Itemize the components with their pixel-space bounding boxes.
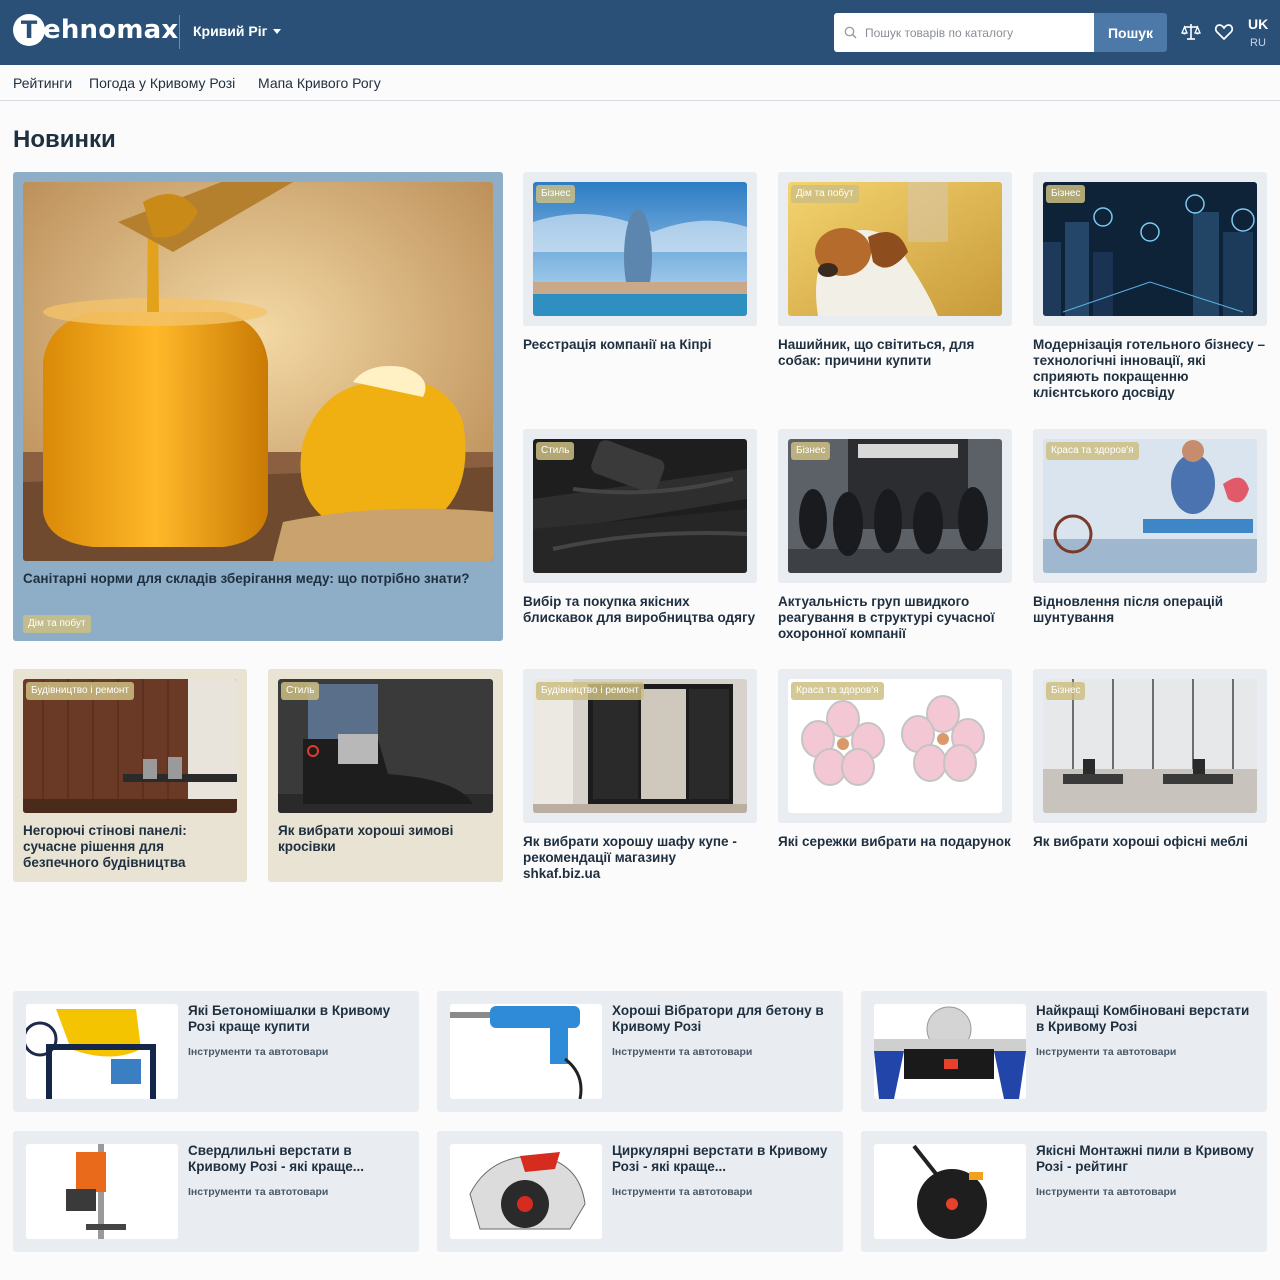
article-card[interactable]: Стиль Як вибрати хороші зимові кросівки: [268, 669, 503, 882]
product-card[interactable]: Які Бетономішалки в Кривому Розі краще к…: [13, 991, 419, 1112]
product-card[interactable]: Свердлильні верстати в Кривому Розі - як…: [13, 1131, 419, 1252]
product-image: [874, 1004, 1026, 1099]
nav-ratings[interactable]: Рейтинги: [13, 75, 72, 91]
article-card[interactable]: Бізнес Модернізація готельного бізнесу –…: [1033, 172, 1267, 400]
article-card[interactable]: Краса та здоров'я Які сережки вибрати на…: [778, 669, 1012, 849]
logo[interactable]: T ehnomax: [13, 14, 178, 46]
product-title: Які Бетономішалки в Кривому Розі краще к…: [188, 1003, 391, 1034]
category-tag: Бізнес: [536, 185, 576, 203]
featured-article-card[interactable]: Санітарні норми для складів зберігання м…: [13, 172, 503, 641]
product-title: Найкращі Комбіновані верстати в Кривому …: [1036, 1003, 1250, 1034]
product-category: Інструменти та автотовари: [1036, 1046, 1177, 1058]
product-title: Циркулярні верстати в Кривому Розі - які…: [612, 1143, 828, 1174]
article-card[interactable]: Стиль Вибір та покупка якісних блискавок…: [523, 429, 757, 625]
product-image: [26, 1004, 178, 1099]
category-tag: Стиль: [536, 442, 575, 460]
nav-weather[interactable]: Погода у Кривому Розі: [89, 75, 235, 91]
article-title: Як вибрати хорошу шафу купе - рекомендац…: [523, 834, 737, 881]
chevron-down-icon: [273, 28, 282, 34]
city-selector[interactable]: Кривий Ріг: [193, 23, 282, 39]
category-tag: Краса та здоров'я: [1046, 442, 1139, 460]
product-title: Свердлильні верстати в Кривому Розі - як…: [188, 1143, 365, 1174]
article-card[interactable]: Бізнес Реєстрація компанії на Кіпрі: [523, 172, 757, 352]
top-header: T ehnomax Кривий Ріг Пошук UK RU: [0, 0, 1280, 65]
product-image: [26, 1144, 178, 1239]
article-title: Негорючі стінові панелі: сучасне рішення…: [23, 823, 187, 870]
product-category: Інструменти та автотовари: [188, 1046, 329, 1058]
article-title: Актуальність груп швидкого реагування в …: [778, 594, 995, 641]
article-title: Які сережки вибрати на подарунок: [778, 834, 1011, 849]
article-card[interactable]: Бізнес Як вибрати хороші офісні меблі: [1033, 669, 1267, 849]
heart-icon[interactable]: [1214, 22, 1234, 42]
category-tag: Краса та здоров'я: [791, 682, 884, 700]
product-card[interactable]: Найкращі Комбіновані верстати в Кривому …: [861, 991, 1267, 1112]
product-category: Інструменти та автотовари: [1036, 1186, 1177, 1198]
product-title: Хороші Вібратори для бетону в Кривому Ро…: [612, 1003, 824, 1034]
product-image: [450, 1004, 602, 1099]
category-tag: Будівництво і ремонт: [536, 682, 644, 700]
search-button[interactable]: Пошук: [1094, 13, 1167, 52]
article-card[interactable]: Будівництво і ремонт Як вибрати хорошу ш…: [523, 669, 757, 881]
product-card[interactable]: Якісні Монтажні пили в Кривому Розі - ре…: [861, 1131, 1267, 1252]
scales-icon[interactable]: [1181, 22, 1201, 42]
article-title: Нашийник, що світиться, для собак: причи…: [778, 337, 975, 368]
product-image: [874, 1144, 1026, 1239]
product-category: Інструменти та автотовари: [188, 1186, 329, 1198]
article-card[interactable]: Краса та здоров'я Відновлення після опер…: [1033, 429, 1267, 625]
article-title: Як вибрати хороші офісні меблі: [1033, 834, 1248, 849]
category-tag: Бізнес: [1046, 682, 1086, 700]
product-title: Якісні Монтажні пили в Кривому Розі - ре…: [1036, 1143, 1254, 1174]
logo-text: ehnomax: [43, 15, 179, 45]
article-title: Санітарні норми для складів зберігання м…: [23, 571, 470, 586]
article-card[interactable]: Бізнес Актуальність груп швидкого реагув…: [778, 429, 1012, 641]
header-divider: [179, 15, 180, 49]
article-title: Вибір та покупка якісних блискавок для в…: [523, 594, 756, 625]
category-tag: Дім та побут: [791, 185, 859, 203]
article-title: Відновлення після операцій шунтування: [1033, 594, 1224, 625]
search-icon: [844, 26, 857, 39]
category-tag: Дім та побут: [23, 615, 91, 633]
category-tag: Бізнес: [791, 442, 831, 460]
product-category: Інструменти та автотовари: [612, 1186, 753, 1198]
category-tag: Бізнес: [1046, 185, 1086, 203]
product-card[interactable]: Циркулярні верстати в Кривому Розі - які…: [437, 1131, 843, 1252]
logo-mark: T: [13, 14, 45, 46]
lang-uk[interactable]: UK: [1248, 16, 1268, 32]
article-card[interactable]: Дім та побут Нашийник, що світиться, для…: [778, 172, 1012, 368]
nav-map[interactable]: Мапа Кривого Рогу: [258, 75, 381, 91]
article-title: Реєстрація компанії на Кіпрі: [523, 337, 712, 352]
article-image: [23, 182, 493, 561]
article-card[interactable]: Будівництво і ремонт Негорючі стінові па…: [13, 669, 247, 882]
section-title: Новинки: [13, 126, 116, 153]
sub-navigation: Рейтинги Погода у Кривому Розі Мапа Крив…: [0, 65, 1280, 101]
article-title: Модернізація готельного бізнесу – технол…: [1033, 337, 1266, 400]
product-card[interactable]: Хороші Вібратори для бетону в Кривому Ро…: [437, 991, 843, 1112]
city-label: Кривий Ріг: [193, 23, 268, 39]
product-category: Інструменти та автотовари: [612, 1046, 753, 1058]
product-image: [450, 1144, 602, 1239]
search-box: [834, 13, 1094, 52]
lang-ru[interactable]: RU: [1250, 37, 1266, 49]
category-tag: Стиль: [281, 682, 320, 700]
article-title: Як вибрати хороші зимові кросівки: [278, 823, 454, 854]
category-tag: Будівництво і ремонт: [26, 682, 134, 700]
search-input[interactable]: [865, 25, 1085, 40]
